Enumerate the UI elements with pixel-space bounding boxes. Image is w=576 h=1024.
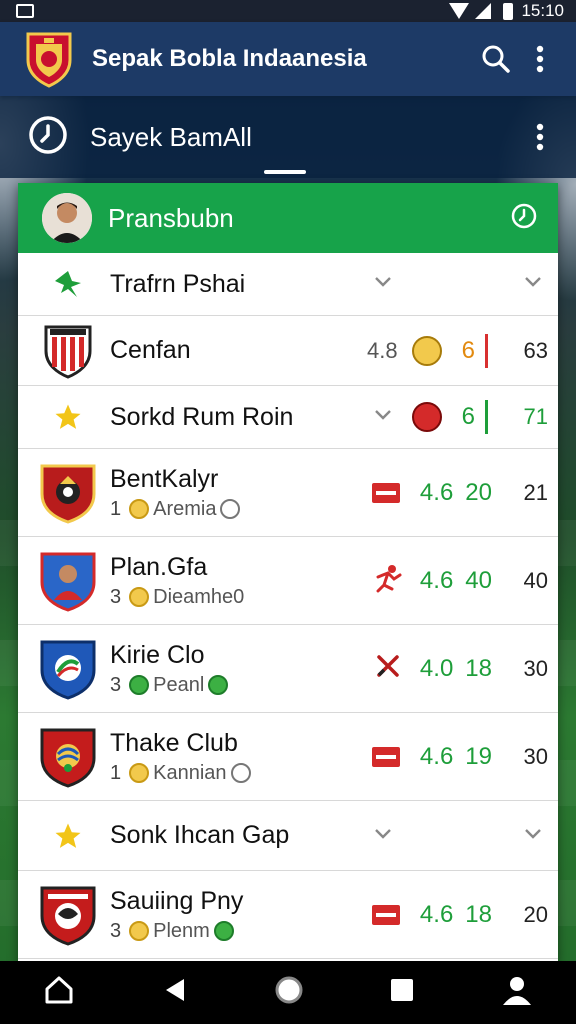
table-row[interactable]: Plan.Gfa 3 Dieamhe0 4.6 40 40 xyxy=(18,537,558,625)
more-vert-icon[interactable] xyxy=(518,37,562,81)
mid-value: 20 xyxy=(465,478,492,506)
signal-icon xyxy=(449,3,470,19)
team-city: Kannian xyxy=(153,761,227,784)
card-title: Pransbubn xyxy=(108,202,234,233)
pin-icon xyxy=(40,267,96,301)
team-crest xyxy=(40,638,96,700)
last-value: 30 xyxy=(523,655,548,681)
mid-value: 40 xyxy=(465,566,492,594)
coin-icon xyxy=(129,921,150,941)
last-value: 30 xyxy=(523,743,548,769)
more-vert-icon[interactable] xyxy=(518,115,562,159)
team-crest xyxy=(40,462,96,524)
team-city: Aremia xyxy=(153,497,217,520)
table-row[interactable]: Thake Club 1 Kannian 4.6 19 30 xyxy=(18,713,558,801)
home-icon[interactable] xyxy=(43,974,75,1011)
table-row[interactable]: Sauiing Pny 3 Plenm 4.6 18 20 xyxy=(18,871,558,959)
status-bar: 15:10 xyxy=(0,0,576,22)
coin-icon xyxy=(129,763,150,783)
mid-value: 6 xyxy=(461,403,475,430)
clock-icon[interactable] xyxy=(510,202,538,235)
app-bar: Sepak Bobla Indaanesia xyxy=(0,22,576,96)
rating: 4.6 xyxy=(419,900,454,928)
badge-icon[interactable] xyxy=(208,675,229,695)
last-value: 40 xyxy=(523,567,548,593)
rating: 4.6 xyxy=(419,566,454,594)
rank: 3 xyxy=(110,673,122,696)
status-time: 15:10 xyxy=(521,1,564,20)
rating: 4.6 xyxy=(419,742,454,770)
sub-bar: Sayek BamAll xyxy=(0,96,576,178)
table-row[interactable]: Kirie Clo 3 Peanl 4.0 18 30 xyxy=(18,625,558,713)
coin-icon xyxy=(129,587,150,607)
notification-icon xyxy=(16,4,34,18)
player-icon xyxy=(372,563,402,598)
mid-value: 18 xyxy=(465,900,492,928)
rank: 1 xyxy=(110,497,122,520)
card-header[interactable]: Pransbubn xyxy=(18,183,558,253)
close-icon[interactable] xyxy=(374,652,402,685)
flag-icon xyxy=(371,482,400,503)
team-crest xyxy=(40,320,96,382)
table-row[interactable]: Cenfan 4.8 6 63 xyxy=(18,316,558,386)
chevron-down-icon[interactable] xyxy=(368,827,398,845)
square-recents-icon[interactable] xyxy=(390,978,414,1007)
form-bar xyxy=(485,333,488,368)
team-city: Peanl xyxy=(153,673,205,696)
badge-icon[interactable] xyxy=(213,921,234,941)
mid-value: 6 xyxy=(461,336,475,364)
back-icon[interactable] xyxy=(162,977,188,1008)
star-icon xyxy=(40,821,96,851)
info-icon[interactable] xyxy=(230,763,251,783)
system-nav-bar xyxy=(0,961,576,1024)
app-title: Sepak Bobla Indaanesia xyxy=(92,45,367,72)
list-item[interactable]: Trafrn Pshai xyxy=(18,253,558,316)
flag-icon xyxy=(371,904,400,925)
app-logo[interactable] xyxy=(24,30,74,88)
person-icon[interactable] xyxy=(501,975,533,1010)
team-badge-icon xyxy=(411,335,442,366)
avatar xyxy=(42,193,92,243)
list-item[interactable]: Sonk Ihcan Gap xyxy=(18,801,558,871)
chevron-down-icon[interactable] xyxy=(518,275,548,293)
circle-home-icon[interactable] xyxy=(274,975,304,1010)
rank: 3 xyxy=(110,585,122,608)
team-city: Plenm xyxy=(153,919,210,942)
coin-icon xyxy=(129,499,150,519)
rating: 4.8 xyxy=(367,337,398,363)
last-value: 20 xyxy=(523,901,548,927)
rank: 3 xyxy=(110,919,122,942)
search-icon[interactable] xyxy=(474,37,518,81)
team-crest xyxy=(40,884,96,946)
standings-card: Pransbubn Trafrn Pshai Cenfan 4.8 6 63 S… xyxy=(18,183,558,963)
team-city: Dieamhe0 xyxy=(153,585,245,608)
wifi-icon xyxy=(475,3,492,19)
rank: 1 xyxy=(110,761,122,784)
flag-icon xyxy=(371,746,400,767)
coin-icon xyxy=(129,675,150,695)
chevron-down-icon[interactable] xyxy=(368,408,398,426)
rating: 4.0 xyxy=(419,654,454,682)
info-icon[interactable] xyxy=(220,499,241,519)
chevron-down-icon[interactable] xyxy=(518,827,548,845)
rating: 4.6 xyxy=(419,478,454,506)
chevron-down-icon[interactable] xyxy=(368,275,398,293)
list-item[interactable]: Sorkd Rum Roin 6 71 xyxy=(18,386,558,449)
form-bar xyxy=(485,400,488,434)
last-value: 71 xyxy=(523,404,548,429)
team-crest xyxy=(40,550,96,612)
star-icon xyxy=(40,402,96,432)
battery-icon xyxy=(503,2,514,20)
last-value: 63 xyxy=(523,337,548,363)
last-value: 21 xyxy=(523,479,548,505)
team-crest xyxy=(40,726,96,788)
mid-value: 19 xyxy=(465,742,492,770)
clock-icon[interactable] xyxy=(28,115,68,160)
mid-value: 18 xyxy=(465,654,492,682)
sub-title: Sayek BamAll xyxy=(90,121,252,152)
player-avatar xyxy=(411,402,442,432)
table-row[interactable]: BentKalyr 1 Aremia 4.6 20 21 xyxy=(18,449,558,537)
tab-indicator xyxy=(264,170,306,174)
